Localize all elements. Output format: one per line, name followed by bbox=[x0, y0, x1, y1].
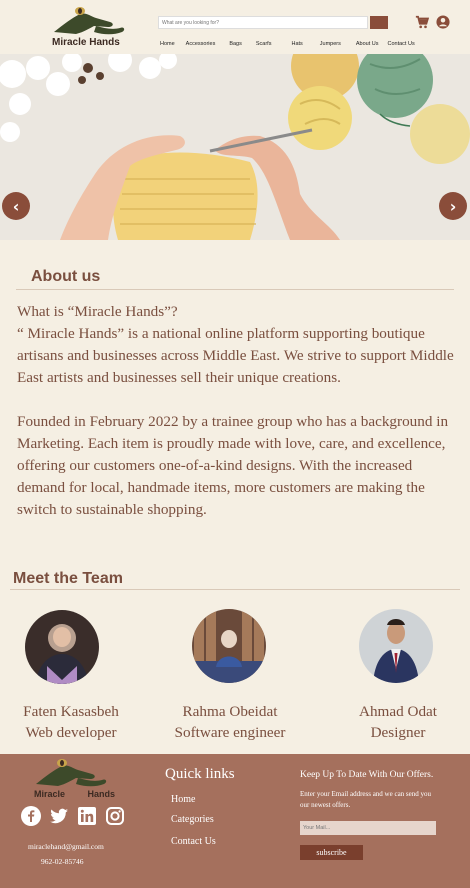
about-mission: “ Miracle Hands” is a national online pl… bbox=[17, 325, 454, 386]
search-button[interactable] bbox=[370, 16, 388, 29]
subscribe-button[interactable]: subscribe bbox=[300, 845, 363, 860]
carousel-prev-button[interactable]: ‹ bbox=[2, 192, 30, 220]
footer-email[interactable]: miraclehand@gmail.com bbox=[28, 842, 104, 851]
instagram-icon[interactable] bbox=[105, 806, 125, 826]
nav-item-contact-us[interactable]: Contact Us bbox=[388, 41, 415, 51]
team-member-role-1: Web developer bbox=[25, 724, 117, 741]
hero-image bbox=[0, 54, 470, 240]
search-input[interactable] bbox=[158, 16, 368, 29]
footer-phone[interactable]: 962-02-85746 bbox=[41, 857, 84, 866]
team-member-role-3: Designer bbox=[370, 724, 426, 741]
nav-item-home[interactable]: Home bbox=[160, 41, 175, 51]
hero-carousel: ‹ › bbox=[0, 54, 470, 240]
newsletter-description: Enter your Email address and we can send… bbox=[300, 790, 432, 809]
quick-links-heading: Quick links bbox=[165, 766, 235, 782]
team-divider bbox=[10, 589, 460, 590]
team-member-role-2: Software engineer bbox=[174, 724, 286, 741]
chevron-right-icon: › bbox=[449, 196, 457, 216]
quick-link-categories[interactable]: Categories bbox=[171, 814, 214, 825]
nav-item-jumpers[interactable]: Jumpers bbox=[320, 41, 341, 51]
carousel-next-button[interactable]: › bbox=[439, 192, 467, 220]
about-question: What is “Miracle Hands”? bbox=[17, 303, 178, 320]
footer-logo-text-miracle: Miracle bbox=[34, 789, 66, 799]
team-member-name-3: Ahmad Odat bbox=[358, 703, 438, 720]
cart-icon[interactable] bbox=[415, 15, 429, 29]
main-nav: Home Accessories Bags Scarfs Hats Jumper… bbox=[160, 41, 415, 51]
linkedin-icon[interactable] bbox=[77, 806, 97, 826]
facebook-icon[interactable] bbox=[21, 806, 41, 826]
nav-item-accessories[interactable]: Accessories bbox=[186, 41, 216, 51]
site-footer: Miracle Hands miraclehand@gmail.com 962-… bbox=[0, 754, 470, 888]
about-heading: About us bbox=[31, 268, 101, 285]
user-account-icon[interactable] bbox=[436, 15, 450, 29]
twitter-icon[interactable] bbox=[49, 806, 69, 826]
about-text: What is “Miracle Hands”? “ Miracle Hands… bbox=[17, 301, 457, 543]
hands-logo-icon bbox=[54, 7, 125, 35]
nav-item-about-us[interactable]: About Us bbox=[356, 41, 379, 51]
hands-logo-icon bbox=[36, 759, 107, 787]
team-member-photo-1 bbox=[25, 610, 99, 684]
social-links bbox=[21, 806, 125, 826]
team-member-name-2: Rahma Obeidat bbox=[182, 703, 278, 720]
logo-text-hands: Hands bbox=[89, 37, 120, 48]
footer-logo-text-hands: Hands bbox=[87, 789, 116, 799]
team-member-name-1: Faten Kasasbeh bbox=[23, 703, 119, 720]
team-member-photo-2 bbox=[192, 609, 266, 683]
about-paragraph-1: What is “Miracle Hands”? “ Miracle Hands… bbox=[17, 301, 457, 389]
footer-logo[interactable]: Miracle Hands bbox=[32, 756, 122, 800]
nav-item-scarfs[interactable]: Scarfs bbox=[256, 41, 272, 51]
team-member-photo-3 bbox=[359, 609, 433, 683]
nav-item-bags[interactable]: Bags bbox=[229, 41, 242, 51]
team-heading: Meet the Team bbox=[13, 570, 123, 587]
about-divider bbox=[16, 289, 454, 290]
newsletter-heading: Keep Up To Date With Our Offers. bbox=[300, 770, 434, 780]
newsletter-email-input[interactable] bbox=[300, 821, 436, 835]
quick-link-home[interactable]: Home bbox=[171, 794, 195, 805]
nav-item-hats[interactable]: Hats bbox=[291, 41, 302, 51]
chevron-left-icon: ‹ bbox=[12, 196, 20, 216]
about-paragraph-2: Founded in February 2022 by a trainee gr… bbox=[17, 413, 449, 518]
logo-text-miracle: Miracle bbox=[52, 37, 87, 48]
quick-link-contact-us[interactable]: Contact Us bbox=[171, 836, 216, 847]
site-logo[interactable]: Miracle Hands bbox=[50, 4, 140, 50]
site-header: Miracle Hands Home Accessories Bags Scar… bbox=[0, 0, 470, 54]
